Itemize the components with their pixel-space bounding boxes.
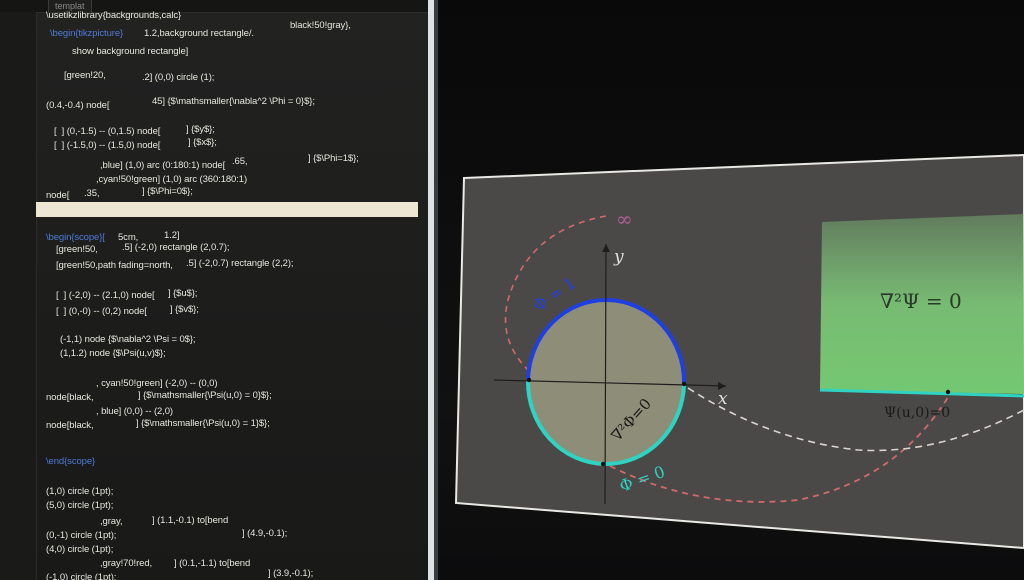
code-line: (0.4,-0.4) node[ bbox=[46, 100, 110, 111]
code-line: , blue] (0,0) -- (2,0) bbox=[96, 406, 173, 417]
code-line: ] (4.9,-0.1); bbox=[242, 528, 288, 539]
code-line: (0,-1) circle (1pt); bbox=[46, 530, 117, 541]
code-line: (-1,0) circle (1pt); bbox=[46, 572, 117, 580]
code-line: [ ] (-1.5,0) -- (1.5,0) node[ bbox=[54, 140, 161, 151]
code-line: [green!50,path fading=north, bbox=[56, 260, 173, 271]
code-line: node[black, bbox=[46, 392, 94, 403]
code-editor[interactable]: templat \usetikzlibrary{backgrounds,calc… bbox=[0, 0, 428, 580]
code-line: ,gray!70!red, bbox=[100, 558, 153, 569]
code-line: (4,0) circle (1pt); bbox=[46, 544, 114, 555]
code-line: ] {$\mathsmaller{\Psi(u,0) = 1}$}; bbox=[136, 418, 270, 429]
code-line: [ ] (0,-0) -- (0,2) node[ bbox=[56, 306, 147, 317]
code-line-keyword: \end{scope} bbox=[46, 456, 96, 467]
code-line: ] (3.9,-0.1); bbox=[268, 568, 314, 579]
y-axis-label: y bbox=[613, 247, 624, 267]
code-line: 1.2] bbox=[164, 230, 180, 241]
code-line: ] {$v$}; bbox=[170, 304, 199, 315]
compiled-figure: ∞ y x Φ = 1 Φ = 0 ∇²Φ=0 ∇²Ψ = 0 Ψ(u,0)=0 bbox=[454, 153, 1024, 550]
infinity-label: ∞ bbox=[616, 207, 633, 231]
code-line: .5] (-2,0) rectangle (2,0.7); bbox=[122, 242, 230, 253]
code-line: ,gray, bbox=[100, 516, 123, 527]
code-line: (5,0) circle (1pt); bbox=[46, 500, 114, 511]
code-line: ] {$y$}; bbox=[186, 124, 215, 135]
code-line: (1,1.2) node {$\Psi(u,v)$}; bbox=[60, 348, 166, 359]
code-line: black!50!gray}, bbox=[290, 20, 351, 31]
code-line: 45] {$\mathsmaller{\nabla^2 \Phi = 0}$}; bbox=[152, 96, 315, 107]
code-line-keyword: \begin{tikzpicture} bbox=[50, 28, 124, 39]
code-line: \usetikzlibrary{backgrounds,calc} bbox=[46, 10, 182, 21]
laplace-psi-label: ∇²Ψ = 0 bbox=[880, 289, 962, 313]
code-line: .5] (-2,0.7) rectangle (2,2); bbox=[186, 258, 294, 269]
code-line: node[black, bbox=[46, 420, 94, 431]
code-line: ] (1.1,-0.1) to[bend bbox=[152, 515, 229, 526]
tab-main[interactable] bbox=[8, 0, 20, 12]
editor-separator-bar bbox=[36, 202, 418, 217]
code-line: ] {$\Phi=0$}; bbox=[142, 186, 193, 197]
code-line: ] {$\mathsmaller{\Psi(u,0) = 0}$}; bbox=[138, 390, 272, 401]
x-axis-label: x bbox=[718, 389, 728, 409]
point-right bbox=[681, 381, 687, 387]
line-number-gutter bbox=[0, 12, 37, 580]
code-line: ] {$\Phi=1$}; bbox=[308, 153, 359, 164]
code-line: 1.2,background rectangle/. bbox=[144, 28, 254, 39]
point-left bbox=[526, 377, 532, 383]
code-line: .35, bbox=[84, 188, 100, 199]
pdf-preview-pane[interactable]: ∞ y x Φ = 1 Φ = 0 ∇²Φ=0 ∇²Ψ = 0 Ψ(u,0)=0 bbox=[438, 0, 1024, 580]
point-bottom bbox=[600, 461, 606, 467]
code-line: ] (0.1,-1.1) to[bend bbox=[174, 558, 251, 569]
code-line: .2] (0,0) circle (1); bbox=[142, 72, 215, 83]
code-line: ,cyan!50!green] (1,0) arc (360:180:1) bbox=[96, 174, 248, 185]
code-line: ] {$x$}; bbox=[188, 137, 217, 148]
code-line: ] {$u$}; bbox=[168, 288, 198, 299]
code-line: .65, bbox=[232, 156, 248, 167]
code-line: show background rectangle] bbox=[72, 46, 189, 57]
psi-boundary-label: Ψ(u,0)=0 bbox=[884, 405, 950, 421]
code-line: , cyan!50!green] (-2,0) -- (0,0) bbox=[96, 378, 218, 389]
code-line: node[ bbox=[46, 190, 70, 201]
code-line-keyword: \begin{scope}[ bbox=[46, 232, 105, 243]
code-line: (-1,1) node {$\nabla^2 \Psi = 0$}; bbox=[60, 334, 196, 345]
code-line: (1,0) circle (1pt); bbox=[46, 486, 114, 497]
code-line: ,blue] (1,0) arc (0:180:1) node[ bbox=[100, 160, 226, 171]
code-line: [green!50, bbox=[56, 244, 98, 255]
code-line: [green!20, bbox=[64, 70, 106, 81]
code-line: [ ] (0,-1.5) -- (0,1.5) node[ bbox=[54, 126, 161, 137]
point-marker bbox=[945, 389, 951, 395]
code-line: [ ] (-2,0) -- (2.1,0) node[ bbox=[56, 290, 155, 301]
